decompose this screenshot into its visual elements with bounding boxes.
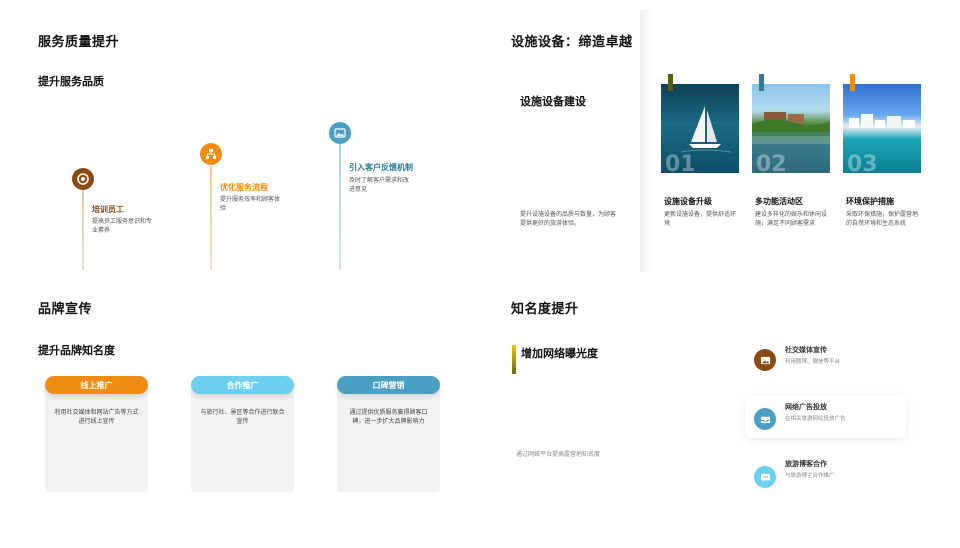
q3-subtitle: 提升品牌知名度 xyxy=(38,344,115,357)
promo-panel-2 xyxy=(191,380,294,492)
q4-item-title-2: 网络广告投放 xyxy=(785,403,827,411)
lake-house-photo: 02 xyxy=(752,84,830,173)
online-promo-button[interactable]: 线上推广 xyxy=(45,376,148,394)
timeline-line-3 xyxy=(339,143,341,270)
word-of-mouth-button[interactable]: 口碑营销 xyxy=(337,376,440,394)
q2-subtitle: 设施设备建设 xyxy=(520,95,586,108)
card-number-2: 02 xyxy=(756,152,787,173)
card-title-3: 环境保护措施 xyxy=(846,197,894,206)
card-number-3: 03 xyxy=(847,152,878,173)
q4-item-desc-2: 在相关旅游网站投放广告 xyxy=(785,416,846,422)
card-desc-2: 建设多样化的娱乐和休闲设施，满足不同顾客需求 xyxy=(755,211,828,227)
q1-title: 服务质量提升 xyxy=(38,35,120,50)
sailboat-photo: 01 xyxy=(661,84,739,173)
inbox-icon xyxy=(754,408,776,430)
promo-desc-2: 与旅行社、景区等合作进行联合宣传 xyxy=(200,409,285,425)
timeline-line-2 xyxy=(210,166,212,270)
q4-item-title-1: 社交媒体宣传 xyxy=(785,346,827,354)
q3-title: 品牌宣传 xyxy=(38,302,93,317)
promo-panel-3 xyxy=(337,380,440,492)
q2-desc: 提升设施设备的品质与数量，为顾客提供更好的旅游体验。 xyxy=(520,211,617,227)
timeline-title-1: 培训员工 xyxy=(92,205,124,214)
q2-title: 设施设备：缔造卓越 xyxy=(511,35,633,50)
target-icon xyxy=(72,168,94,190)
card-desc-1: 更新设施设备，提供舒适环境 xyxy=(664,211,737,227)
q4-title: 知名度提升 xyxy=(511,302,579,317)
promo-panel-1 xyxy=(45,380,148,492)
timeline-desc-2: 提升服务效率和顾客体验 xyxy=(220,196,281,212)
image-icon xyxy=(329,122,351,144)
q1-subtitle: 提升服务品质 xyxy=(38,75,104,88)
card-number-1: 01 xyxy=(665,152,696,173)
chat-icon xyxy=(754,466,776,488)
q4-desc: 通过网络平台提高露营地知名度 xyxy=(516,451,601,458)
timeline-title-2: 优化服务流程 xyxy=(220,183,268,192)
coastal-town-photo: 03 xyxy=(843,84,921,173)
card-tab-1 xyxy=(668,74,673,91)
section-divider xyxy=(640,10,652,272)
card-desc-3: 采取环保措施，保护露营地的自然环境和生态系统 xyxy=(846,211,919,227)
card-title-2: 多功能活动区 xyxy=(755,197,803,206)
partner-promo-button[interactable]: 合作推广 xyxy=(191,376,294,394)
timeline-desc-3: 及时了解客户需求和改进意见 xyxy=(349,177,410,193)
q4-item-desc-1: 利用微博、微信等平台 xyxy=(785,359,841,365)
timeline-title-3: 引入客户反馈机制 xyxy=(349,163,413,172)
q4-item-desc-3: 与旅游博主合作推广 xyxy=(785,473,835,479)
card-tab-3 xyxy=(850,74,855,91)
image-icon xyxy=(754,349,776,371)
promo-desc-1: 利用社交媒体和网站广告等方式进行线上宣传 xyxy=(54,409,139,425)
flowchart-icon xyxy=(200,143,222,165)
q4-subtitle: 增加网络曝光度 xyxy=(521,347,598,360)
timeline-desc-1: 提高员工服务意识和专业素养 xyxy=(92,218,153,234)
timeline-line-1 xyxy=(82,190,84,270)
card-title-1: 设施设备升级 xyxy=(664,197,712,206)
q4-item-title-3: 旅游博客合作 xyxy=(785,460,827,468)
promo-desc-3: 通过提供优质服务赢得顾客口碑，进一步扩大品牌影响力 xyxy=(349,409,428,425)
subtitle-accent-bar xyxy=(512,345,516,374)
card-tab-2 xyxy=(759,74,764,91)
